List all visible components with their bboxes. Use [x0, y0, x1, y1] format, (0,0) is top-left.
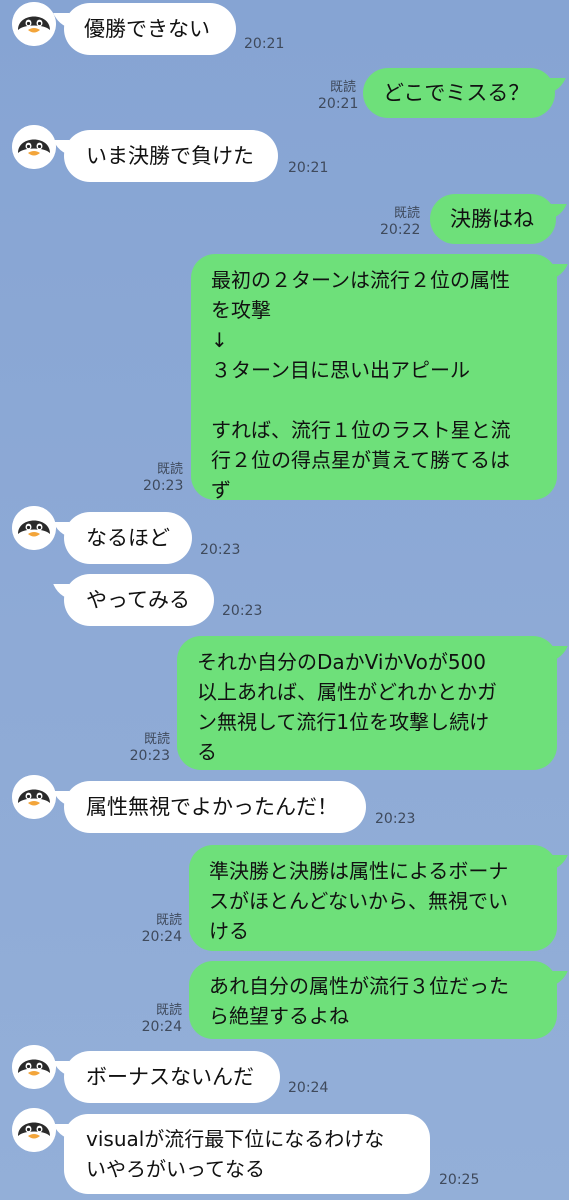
- message-meta: 20:23: [200, 542, 240, 558]
- message-meta: 20:24: [288, 1080, 328, 1096]
- message-meta: 既読 20:23: [143, 462, 183, 494]
- message-meta: 既読 20:22: [380, 206, 420, 238]
- read-receipt: 既読: [155, 913, 182, 928]
- read-receipt: 既読: [156, 462, 183, 477]
- penguin-avatar-icon[interactable]: [12, 2, 56, 46]
- message-meta: 既読 20:24: [140, 913, 182, 945]
- timestamp: 20:23: [375, 811, 416, 827]
- message-meta: 20:23: [375, 811, 415, 827]
- timestamp: 20:21: [318, 96, 359, 112]
- timestamp: 20:24: [141, 929, 182, 945]
- penguin-avatar-icon[interactable]: [12, 125, 56, 169]
- message-bubble[interactable]: やってみる: [64, 574, 214, 626]
- message-meta: 既読 20:24: [140, 1003, 182, 1035]
- message-meta: 20:21: [244, 36, 284, 52]
- message-bubble[interactable]: それか自分のDaかViかVoが500 以上あれば、属性がどれかとかガ ン無視して…: [177, 636, 557, 770]
- message-bubble[interactable]: あれ自分の属性が流行３位だった ら絶望するよね: [189, 961, 557, 1039]
- message-bubble[interactable]: なるほど: [64, 512, 192, 564]
- read-receipt: 既読: [329, 80, 356, 95]
- penguin-avatar-icon[interactable]: [12, 506, 56, 550]
- timestamp: 20:21: [244, 36, 285, 52]
- penguin-avatar-icon[interactable]: [12, 775, 56, 819]
- chat-window: 優勝できない 20:21 既読 20:21 どこでミスる？ いま決勝で負けた 2…: [0, 0, 569, 1200]
- message-bubble[interactable]: どこでミスる？: [363, 68, 555, 118]
- message-meta: 20:21: [288, 160, 328, 176]
- message-meta: 20:23: [222, 603, 262, 619]
- read-receipt: 既読: [155, 1003, 182, 1018]
- message-bubble[interactable]: 準決勝と決勝は属性によるボーナ スがほとんどないから、無視でい ける: [189, 845, 557, 951]
- timestamp: 20:22: [380, 222, 421, 238]
- timestamp: 20:21: [288, 160, 329, 176]
- message-bubble[interactable]: 属性無視でよかったんだ！: [64, 781, 366, 833]
- timestamp: 20:23: [222, 603, 263, 619]
- message-meta: 既読 20:23: [128, 732, 170, 764]
- penguin-avatar-icon[interactable]: [12, 1045, 56, 1089]
- timestamp: 20:24: [288, 1080, 329, 1096]
- timestamp: 20:23: [200, 542, 241, 558]
- message-meta: 20:25: [439, 1172, 479, 1188]
- message-bubble[interactable]: 最初の２ターンは流行２位の属性 を攻撃 ↓ ３ターン目に思い出アピール すれば、…: [191, 254, 557, 502]
- message-bubble[interactable]: 決勝はね: [430, 194, 556, 244]
- penguin-avatar-icon[interactable]: [12, 1108, 56, 1152]
- message-bubble[interactable]: visualが流行最下位になるわけな いやろがいってなる: [64, 1114, 430, 1194]
- message-bubble[interactable]: ボーナスないんだ: [64, 1051, 280, 1103]
- timestamp: 20:24: [141, 1019, 182, 1035]
- message-bubble[interactable]: 優勝できない: [64, 3, 236, 55]
- read-receipt: 既読: [393, 206, 420, 221]
- message-bubble[interactable]: いま決勝で負けた: [64, 130, 278, 182]
- read-receipt: 既読: [143, 732, 170, 747]
- timestamp: 20:23: [143, 478, 184, 494]
- timestamp: 20:23: [129, 748, 170, 764]
- message-meta: 既読 20:21: [318, 80, 359, 112]
- timestamp: 20:25: [439, 1172, 480, 1188]
